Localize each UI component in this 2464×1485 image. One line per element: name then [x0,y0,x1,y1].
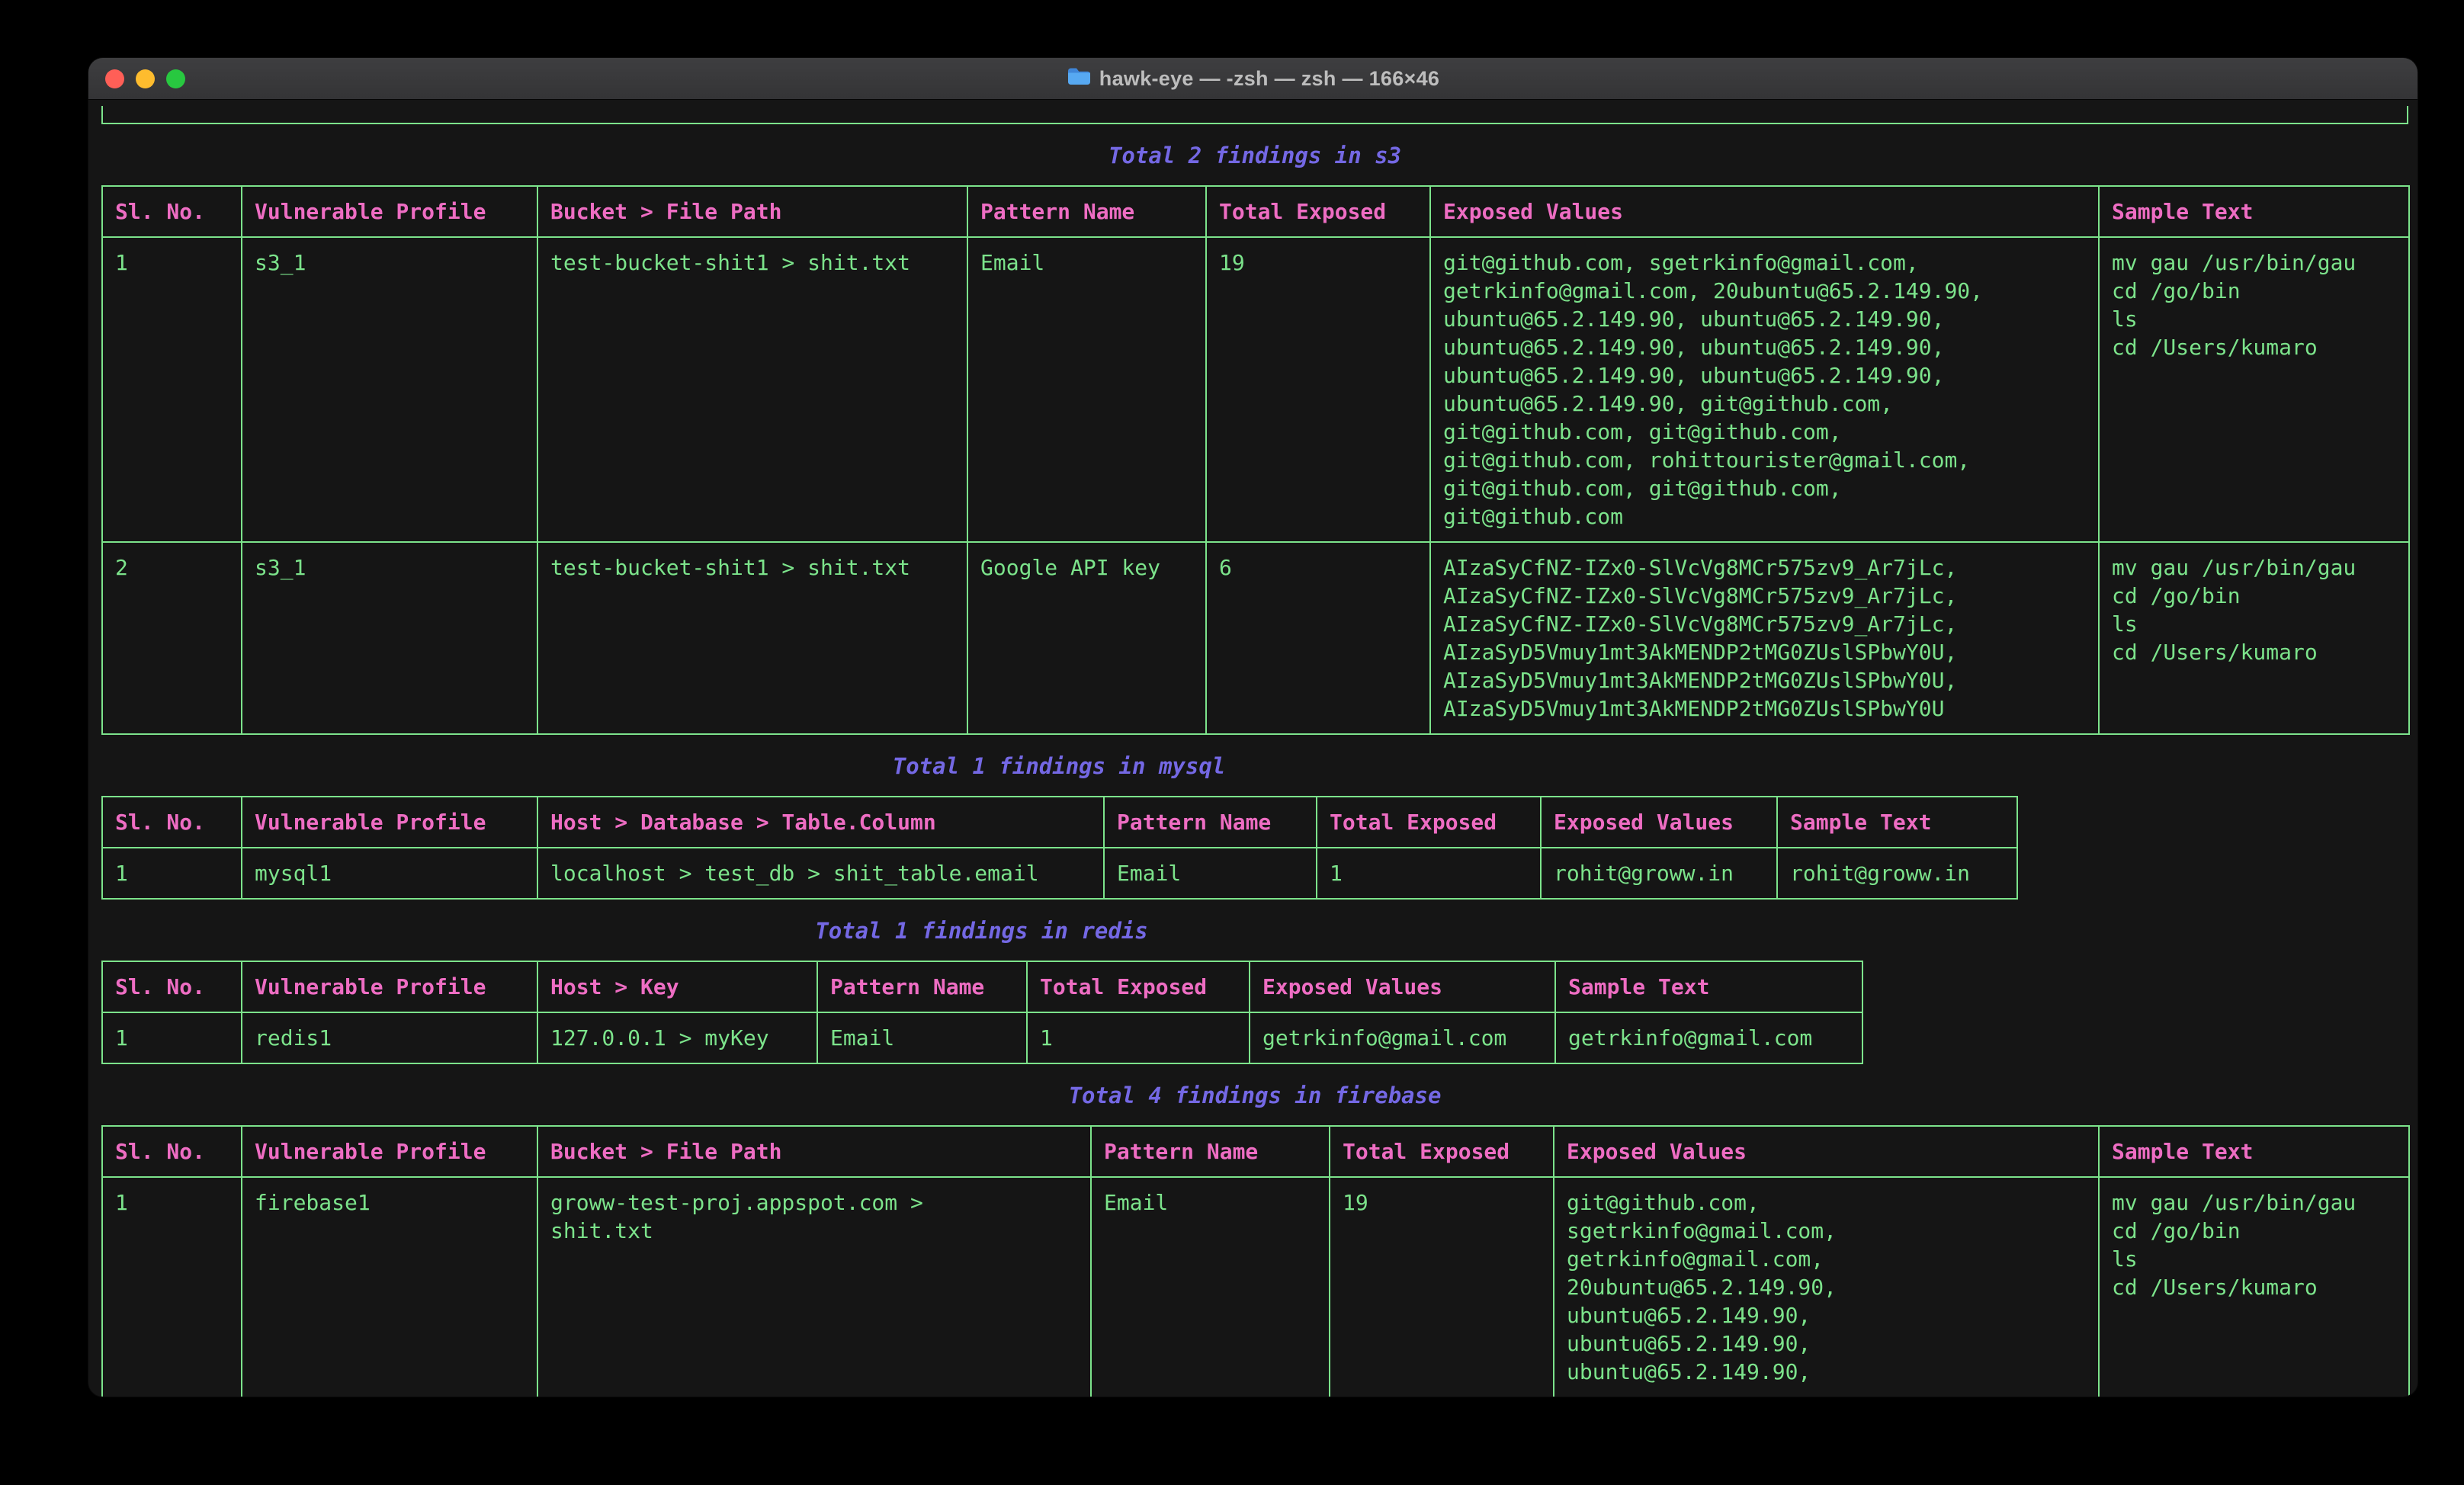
findings-section-redis: Total 1 findings in redis Sl. No.Vulnerab… [101,915,1862,1064]
column-header: Sl. No. [102,186,242,237]
section-title: Total 1 findings in mysql [101,750,2016,782]
column-header: Exposed Values [1250,961,1555,1012]
column-header: Exposed Values [1554,1126,2099,1177]
window-titlebar[interactable]: hawk-eye — -zsh — zsh — 166×46 [88,58,2417,100]
findings-table: Sl. No.Vulnerable ProfileHost > KeyPatte… [101,961,1863,1064]
table-cell: Email [1104,848,1317,899]
window-title: hawk-eye — -zsh — zsh — 166×46 [1067,66,1439,91]
table-cell: 1 [1317,848,1541,899]
traffic-lights [105,58,185,99]
section-title: Total 1 findings in redis [101,915,1862,947]
table-cell: mv gau /usr/bin/gau cd /go/bin ls cd /Us… [2099,237,2409,542]
column-header: Host > Database > Table.Column [537,797,1104,848]
table-cell: 1 [102,237,242,542]
previous-table-bottom-border [101,106,2408,124]
table-row: 2s3_1test-bucket-shit1 > shit.txtGoogle … [102,542,2409,734]
terminal-window: hawk-eye — -zsh — zsh — 166×46 Total 2 f… [88,57,2418,1397]
table-cell: s3_1 [242,542,537,734]
table-cell: getrkinfo@gmail.com [1250,1012,1555,1063]
findings-section-s3: Total 2 findings in s3 Sl. No.Vulnerable … [101,140,2408,735]
header-row: Sl. No.Vulnerable ProfileBucket > File P… [102,1126,2409,1177]
table-cell: mysql1 [242,848,537,899]
table-cell: 6 [1206,542,1430,734]
table-cell: 19 [1206,237,1430,542]
table-cell: Email [967,237,1206,542]
column-header: Sl. No. [102,1126,242,1177]
header-row: Sl. No.Vulnerable ProfileHost > KeyPatte… [102,961,1862,1012]
table-cell: groww-test-proj.appspot.com > shit.txt [537,1177,1091,1397]
table-cell: firebase1 [242,1177,537,1397]
minimize-button[interactable] [136,69,155,88]
terminal-content[interactable]: Total 2 findings in s3Sl. No.Vulnerable … [88,100,2417,1397]
table-cell: 19 [1330,1177,1554,1397]
folder-icon [1067,66,1090,91]
column-header: Pattern Name [1104,797,1317,848]
table-cell: git@github.com, sgetrkinfo@gmail.com, ge… [1430,237,2099,542]
column-header: Pattern Name [817,961,1027,1012]
findings-section-mysql: Total 1 findings in mysql Sl. No.Vulnerab… [101,750,2016,900]
table-cell: Google API key [967,542,1206,734]
table-cell: 127.0.0.1 > myKey [537,1012,817,1063]
column-header: Total Exposed [1027,961,1250,1012]
table-cell: Email [1091,1177,1330,1397]
table-cell: getrkinfo@gmail.com [1555,1012,1862,1063]
table-cell: AIzaSyCfNZ-IZx0-SlVcVg8MCr575zv9_Ar7jLc,… [1430,542,2099,734]
column-header: Bucket > File Path [537,186,967,237]
table-row: 1s3_1test-bucket-shit1 > shit.txtEmail19… [102,237,2409,542]
table-cell: localhost > test_db > shit_table.email [537,848,1104,899]
column-header: Host > Key [537,961,817,1012]
table-cell: test-bucket-shit1 > shit.txt [537,237,967,542]
column-header: Sl. No. [102,961,242,1012]
table-cell: s3_1 [242,237,537,542]
column-header: Sample Text [2099,186,2409,237]
column-header: Pattern Name [1091,1126,1330,1177]
header-row: Sl. No.Vulnerable ProfileHost > Database… [102,797,2017,848]
findings-table: Sl. No.Vulnerable ProfileBucket > File P… [101,185,2410,735]
table-cell: git@github.com, sgetrkinfo@gmail.com, ge… [1554,1177,2099,1397]
column-header: Total Exposed [1317,797,1541,848]
table-cell: Email [817,1012,1027,1063]
column-header: Pattern Name [967,186,1206,237]
table-cell: 1 [102,1012,242,1063]
table-cell: rohit@groww.in [1541,848,1777,899]
findings-table: Sl. No.Vulnerable ProfileHost > Database… [101,796,2018,900]
column-header: Sample Text [1555,961,1862,1012]
table-row: 1redis1127.0.0.1 > myKeyEmail1getrkinfo@… [102,1012,1862,1063]
zoom-button[interactable] [166,69,185,88]
column-header: Exposed Values [1430,186,2099,237]
table-row: 1firebase1groww-test-proj.appspot.com > … [102,1177,2409,1397]
column-header: Total Exposed [1330,1126,1554,1177]
table-cell: 1 [102,848,242,899]
table-cell: 1 [102,1177,242,1397]
column-header: Bucket > File Path [537,1126,1091,1177]
column-header: Sample Text [2099,1126,2409,1177]
header-row: Sl. No.Vulnerable ProfileBucket > File P… [102,186,2409,237]
table-cell: 1 [1027,1012,1250,1063]
table-cell: 2 [102,542,242,734]
findings-sections: Total 2 findings in s3Sl. No.Vulnerable … [101,140,2407,1397]
section-title: Total 4 findings in firebase [101,1079,2408,1111]
column-header: Sl. No. [102,797,242,848]
close-button[interactable] [105,69,124,88]
column-header: Vulnerable Profile [242,797,537,848]
column-header: Sample Text [1777,797,2017,848]
column-header: Vulnerable Profile [242,961,537,1012]
column-header: Vulnerable Profile [242,186,537,237]
table-cell: mv gau /usr/bin/gau cd /go/bin ls cd /Us… [2099,1177,2409,1397]
window-title-text: hawk-eye — -zsh — zsh — 166×46 [1099,67,1439,91]
table-cell: redis1 [242,1012,537,1063]
table-row: 1mysql1localhost > test_db > shit_table.… [102,848,2017,899]
table-cell: mv gau /usr/bin/gau cd /go/bin ls cd /Us… [2099,542,2409,734]
findings-section-firebase: Total 4 findings in firebase Sl. No.Vulne… [101,1079,2408,1397]
column-header: Total Exposed [1206,186,1430,237]
table-cell: rohit@groww.in [1777,848,2017,899]
column-header: Vulnerable Profile [242,1126,537,1177]
findings-table: Sl. No.Vulnerable ProfileBucket > File P… [101,1125,2410,1397]
section-title: Total 2 findings in s3 [101,140,2408,172]
table-cell: test-bucket-shit1 > shit.txt [537,542,967,734]
column-header: Exposed Values [1541,797,1777,848]
